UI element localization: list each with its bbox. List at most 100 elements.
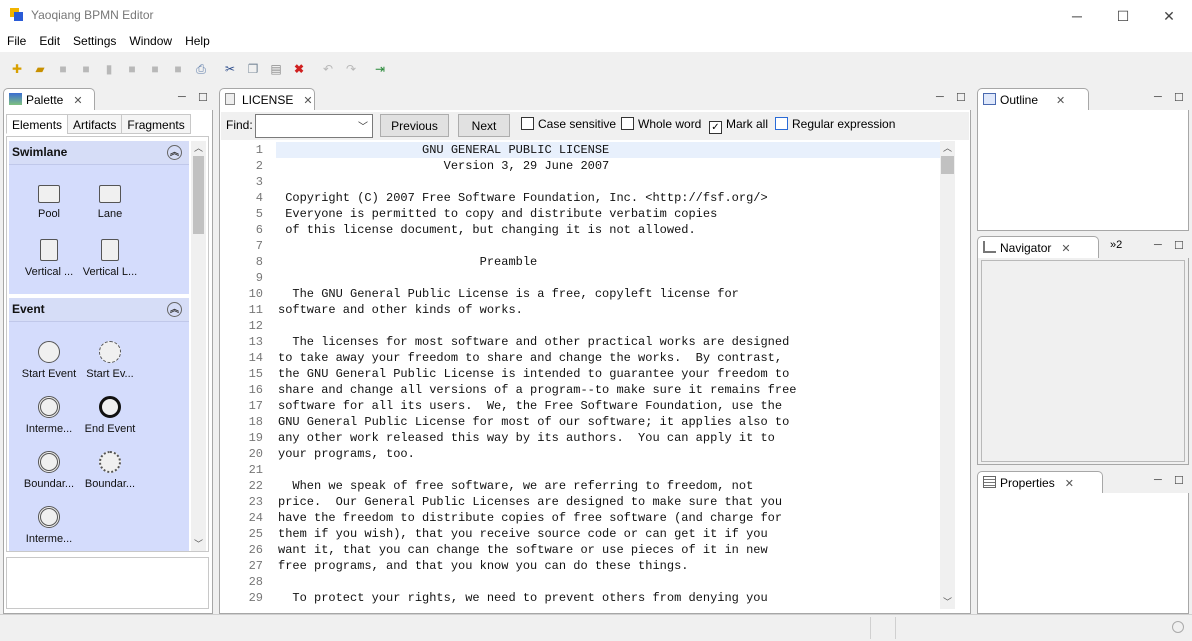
intermediate-event-icon — [38, 396, 60, 418]
redo-icon[interactable]: ↷ — [342, 60, 360, 78]
save-icon[interactable]: ■ — [54, 60, 72, 78]
vertical-pool-icon — [40, 239, 58, 261]
menu-window[interactable]: Window — [122, 32, 178, 48]
previous-button[interactable]: Previous — [380, 114, 449, 137]
menu-settings[interactable]: Settings — [66, 32, 122, 48]
collapse-icon[interactable]: ︽ — [167, 302, 182, 317]
delete-icon[interactable]: ✖ — [290, 60, 308, 78]
minimize-button[interactable]: ─ — [1054, 0, 1100, 32]
line-number: 12 — [248, 319, 263, 333]
app-icon — [10, 8, 23, 21]
paste-icon[interactable]: ▤ — [267, 60, 285, 78]
open-icon[interactable]: ▰ — [31, 60, 49, 78]
minimize-icon[interactable]: ─ — [178, 91, 186, 103]
menu-bar: File Edit Settings Window Help — [0, 32, 1192, 52]
lane-label: Lane — [97, 208, 123, 220]
vertical-lane-tool[interactable]: Vertical L... — [80, 239, 140, 278]
line-number: 27 — [248, 559, 263, 573]
event-header[interactable]: Event ︽ — [9, 298, 189, 322]
line-number: 16 — [248, 383, 263, 397]
palette-scrollbar[interactable]: ︿ ﹀ — [191, 141, 206, 551]
navigator-tab[interactable]: Navigator ✕ — [977, 236, 1099, 258]
swimlane-header[interactable]: Swimlane ︽ — [9, 141, 189, 165]
undo-icon[interactable]: ↶ — [319, 60, 337, 78]
mark-all-checkbox[interactable]: ✓ Mark all — [709, 117, 768, 134]
close-button[interactable]: ✕ — [1146, 0, 1192, 32]
view-overflow[interactable]: »2 — [1110, 239, 1122, 251]
minimize-icon[interactable]: ─ — [1154, 239, 1162, 251]
menu-file[interactable]: File — [0, 32, 32, 48]
vertical-pool-tool[interactable]: Vertical ... — [19, 239, 79, 278]
code-line: To protect your rights, we need to preve… — [278, 591, 768, 605]
collapse-icon[interactable]: ︽ — [167, 145, 182, 160]
minimize-icon[interactable]: ─ — [1154, 474, 1162, 486]
editor-scrollbar[interactable]: ︿ ﹀ — [940, 141, 955, 609]
pool-tool[interactable]: Pool — [19, 185, 79, 220]
end-event-tool[interactable]: End Event — [80, 396, 140, 435]
whole-word-checkbox[interactable]: Whole word — [621, 117, 701, 131]
maximize-icon[interactable]: ☐ — [1174, 239, 1184, 252]
save-as-icon[interactable]: ■ — [77, 60, 95, 78]
code-line: the GNU General Public License is intend… — [278, 367, 790, 381]
copy-icon[interactable]: ❐ — [244, 60, 262, 78]
license-tab-label: LICENSE — [242, 93, 294, 107]
line-number: 29 — [248, 591, 263, 605]
menu-edit[interactable]: Edit — [32, 32, 66, 48]
minimize-icon[interactable]: ─ — [936, 91, 944, 103]
minimize-icon[interactable]: ─ — [1154, 91, 1162, 103]
lane-tool[interactable]: Lane — [80, 185, 140, 220]
intermediate-event-tool[interactable]: Interme... — [19, 396, 79, 435]
close-icon[interactable]: ✕ — [1065, 478, 1074, 490]
start-event-tool[interactable]: Start Event — [19, 341, 79, 380]
print-icon[interactable]: ⎙ — [192, 60, 210, 78]
print-preview-icon[interactable]: ■ — [123, 60, 141, 78]
maximize-icon[interactable]: ☐ — [956, 91, 966, 104]
new-icon[interactable]: ✚ — [8, 60, 26, 78]
case-sensitive-checkbox[interactable]: Case sensitive — [521, 117, 616, 131]
image-icon[interactable]: ■ — [146, 60, 164, 78]
find-input[interactable]: ﹀ — [255, 114, 373, 138]
export-icon[interactable]: ▮ — [100, 60, 118, 78]
close-icon[interactable]: ✕ — [303, 95, 312, 107]
exit-icon[interactable]: ⇥ — [371, 60, 389, 78]
cut-icon[interactable]: ✂ — [221, 60, 239, 78]
palette-scroll-thumb[interactable] — [193, 156, 204, 234]
maximize-icon[interactable]: ☐ — [198, 91, 208, 104]
navigator-canvas[interactable] — [981, 260, 1185, 462]
line-number: 20 — [248, 447, 263, 461]
maximize-button[interactable]: ☐ — [1100, 0, 1146, 32]
editor-scroll-thumb[interactable] — [941, 156, 954, 174]
tab-artifacts[interactable]: Artifacts — [67, 114, 123, 134]
maximize-icon[interactable]: ☐ — [1174, 91, 1184, 104]
code-line: software and other kinds of works. — [278, 303, 523, 317]
regular-expression-checkbox[interactable]: Regular expression — [775, 117, 895, 131]
close-icon[interactable]: ✕ — [1056, 95, 1065, 107]
outline-tab-label: Outline — [1000, 93, 1039, 107]
progress-icon — [1172, 621, 1184, 633]
line-number: 21 — [248, 463, 263, 477]
menu-help[interactable]: Help — [178, 32, 216, 48]
close-icon[interactable]: ✕ — [1061, 243, 1070, 255]
chevron-down-icon[interactable]: ﹀ — [358, 118, 368, 133]
next-button[interactable]: Next — [458, 114, 510, 137]
boundary-event-noninterrupting-tool[interactable]: Boundar... — [80, 451, 140, 490]
tab-fragments[interactable]: Fragments — [121, 114, 191, 134]
code-line: software for all its users. We, the Free… — [278, 399, 783, 413]
close-icon[interactable]: ✕ — [73, 95, 82, 107]
license-tab[interactable]: LICENSE ✕ — [219, 88, 315, 110]
start-event-noninterrupting-tool[interactable]: Start Ev... — [80, 341, 140, 380]
tab-elements[interactable]: Elements — [6, 114, 69, 134]
properties-tab[interactable]: Properties ✕ — [977, 471, 1103, 493]
status-bar — [0, 614, 1192, 641]
palette-tab[interactable]: Palette ✕ — [3, 88, 95, 110]
boundary-event-tool[interactable]: Boundar... — [19, 451, 79, 490]
window-title: Yaoqiang BPMN Editor — [31, 8, 154, 22]
maximize-icon[interactable]: ☐ — [1174, 474, 1184, 487]
text-editor[interactable]: 1 GNU GENERAL PUBLIC LICENSE 2 Version 3,… — [223, 141, 940, 609]
boundary-event-noninterrupting-label: Boundar... — [84, 478, 136, 490]
outline-tab[interactable]: Outline ✕ — [977, 88, 1089, 110]
line-number: 1 — [255, 143, 263, 157]
copy-image-icon[interactable]: ■ — [169, 60, 187, 78]
event-drawer: Event ︽ Start Event Start Ev... Interme..… — [9, 298, 189, 551]
intermediate-throw-event-tool[interactable]: Interme... — [19, 506, 79, 545]
